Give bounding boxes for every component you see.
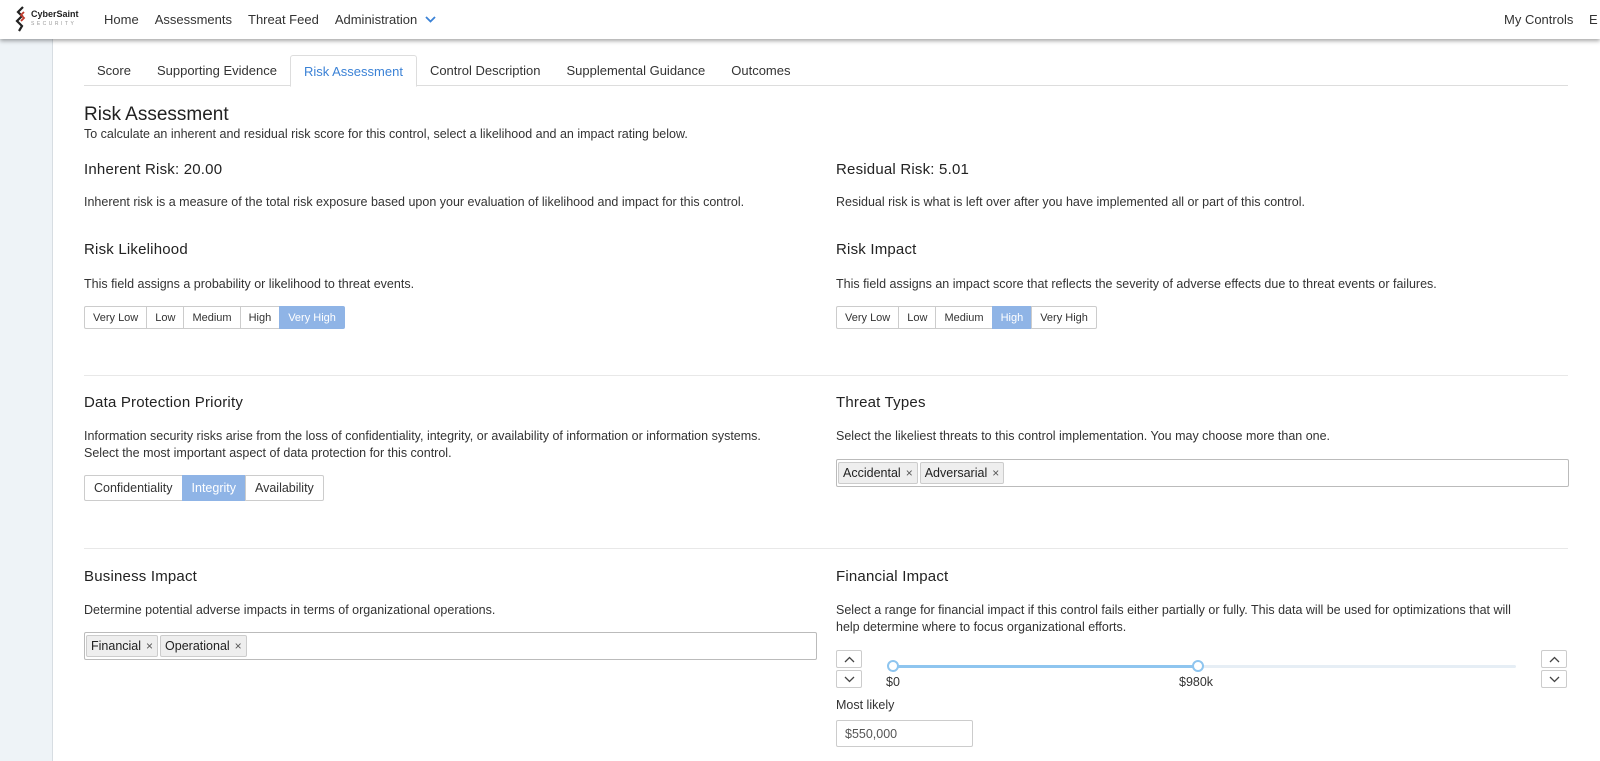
- nav-threat-feed[interactable]: Threat Feed: [248, 12, 319, 27]
- tag-label: Operational: [165, 639, 230, 653]
- chevron-down-icon: [844, 676, 854, 682]
- impact-option-very-high[interactable]: Very High: [1031, 306, 1097, 329]
- chevron-down-icon: [425, 16, 436, 23]
- impact-option-medium[interactable]: Medium: [935, 306, 993, 329]
- control-tabs: Score Supporting Evidence Risk Assessmen…: [84, 55, 1568, 87]
- financial-range-slider[interactable]: [893, 665, 1516, 668]
- impact-option-low[interactable]: Low: [898, 306, 937, 329]
- nav-home[interactable]: Home: [104, 12, 139, 27]
- impact-option-very-low[interactable]: Very Low: [836, 306, 900, 329]
- tag-label: Financial: [91, 639, 142, 653]
- residual-risk-title: Residual Risk: 5.01: [836, 161, 970, 178]
- range-max-handle[interactable]: [1192, 660, 1204, 672]
- tag-chip: Adversarial ×: [919, 462, 1005, 484]
- tab-score[interactable]: Score: [84, 55, 144, 86]
- tab-control-description[interactable]: Control Description: [417, 55, 554, 86]
- left-sidebar: [0, 39, 53, 761]
- nav-administration-label: Administration: [334, 12, 418, 27]
- range-fill: [893, 665, 1198, 668]
- max-increment-button[interactable]: [1541, 650, 1567, 668]
- threat-types-desc: Select the likeliest threats to this con…: [836, 429, 1331, 443]
- likelihood-option-low[interactable]: Low: [146, 306, 185, 329]
- chevron-down-icon: [1549, 676, 1559, 682]
- inherent-risk-desc: Inherent risk is a measure of the total …: [84, 195, 745, 209]
- min-decrement-button[interactable]: [836, 670, 862, 688]
- max-decrement-button[interactable]: [1541, 670, 1567, 688]
- impact-option-high[interactable]: High: [991, 306, 1033, 329]
- tag-chip: Operational ×: [160, 635, 247, 657]
- business-impact-desc: Determine potential adverse impacts in t…: [84, 603, 496, 617]
- chevron-up-icon: [1549, 656, 1559, 662]
- tab-supplemental-guidance[interactable]: Supplemental Guidance: [553, 55, 718, 86]
- nav-my-controls[interactable]: My Controls: [1504, 0, 1573, 39]
- business-impact-multiselect[interactable]: Financial × Operational ×: [84, 632, 817, 660]
- page-title: Risk Assessment: [84, 104, 229, 125]
- chevron-up-icon: [844, 656, 854, 662]
- risk-impact-desc: This field assigns an impact score that …: [836, 277, 1437, 291]
- range-min-handle[interactable]: [887, 660, 899, 672]
- nav-administration[interactable]: Administration: [335, 12, 436, 27]
- data-protection-option-integrity[interactable]: Integrity: [181, 475, 246, 501]
- financial-impact-desc-line1: Select a range for financial impact if t…: [836, 603, 1511, 617]
- tab-risk-assessment[interactable]: Risk Assessment: [289, 55, 417, 87]
- most-likely-input[interactable]: [836, 720, 973, 747]
- likelihood-option-very-high[interactable]: Very High: [279, 306, 345, 329]
- threat-types-title: Threat Types: [836, 394, 926, 411]
- section-divider: [84, 548, 1568, 549]
- tag-chip: Accidental ×: [838, 462, 918, 484]
- top-navbar: CyberSaint SECURITY Home Assessments Thr…: [0, 0, 1600, 39]
- residual-risk-desc: Residual risk is what is left over after…: [836, 195, 1305, 209]
- risk-likelihood-desc: This field assigns a probability or like…: [84, 277, 415, 291]
- tag-label: Accidental: [843, 466, 901, 480]
- data-protection-option-confidentiality[interactable]: Confidentiality: [84, 475, 183, 501]
- tag-label: Adversarial: [924, 466, 988, 480]
- financial-impact-title: Financial Impact: [836, 568, 949, 585]
- inherent-risk-title: Inherent Risk: 20.00: [84, 161, 223, 178]
- data-protection-selector: Confidentiality Integrity Availability: [84, 475, 324, 501]
- remove-tag-icon[interactable]: ×: [992, 466, 999, 480]
- remove-tag-icon[interactable]: ×: [146, 639, 153, 653]
- data-protection-desc-line1: Information security risks arise from th…: [84, 429, 761, 443]
- impact-selector: Very Low Low Medium High Very High: [836, 306, 1097, 329]
- nav-assessments[interactable]: Assessments: [155, 12, 232, 27]
- brand-logo[interactable]: CyberSaint SECURITY: [14, 6, 79, 32]
- nav-user-menu[interactable]: E: [1589, 0, 1598, 39]
- likelihood-option-medium[interactable]: Medium: [183, 306, 241, 329]
- likelihood-option-high[interactable]: High: [239, 306, 281, 329]
- data-protection-option-availability[interactable]: Availability: [244, 475, 324, 501]
- data-protection-desc-line2: Select the most important aspect of data…: [84, 446, 452, 460]
- likelihood-selector: Very Low Low Medium High Very High: [84, 306, 345, 329]
- threat-types-multiselect[interactable]: Accidental × Adversarial ×: [836, 459, 1569, 487]
- brand-name: CyberSaint: [31, 9, 79, 19]
- business-impact-title: Business Impact: [84, 568, 198, 585]
- cybersaint-logo-icon: [15, 6, 26, 32]
- range-min-label: $0: [886, 675, 900, 689]
- section-divider: [84, 375, 1568, 376]
- tab-outcomes[interactable]: Outcomes: [718, 55, 803, 86]
- data-protection-title: Data Protection Priority: [84, 394, 244, 411]
- risk-likelihood-title: Risk Likelihood: [84, 241, 188, 258]
- tab-supporting-evidence[interactable]: Supporting Evidence: [144, 55, 290, 86]
- remove-tag-icon[interactable]: ×: [906, 466, 913, 480]
- brand-tagline: SECURITY: [31, 21, 77, 27]
- tag-chip: Financial ×: [86, 635, 159, 657]
- remove-tag-icon[interactable]: ×: [235, 639, 242, 653]
- page-intro: To calculate an inherent and residual ri…: [84, 127, 688, 141]
- min-increment-button[interactable]: [836, 650, 862, 668]
- most-likely-label: Most likely: [836, 698, 895, 712]
- financial-impact-desc-line2: help determine where to focus organizati…: [836, 620, 1127, 634]
- likelihood-option-very-low[interactable]: Very Low: [84, 306, 148, 329]
- range-max-label: $980k: [1179, 675, 1214, 689]
- risk-impact-title: Risk Impact: [836, 241, 917, 258]
- main-nav: Home Assessments Threat Feed Administrat…: [104, 0, 452, 39]
